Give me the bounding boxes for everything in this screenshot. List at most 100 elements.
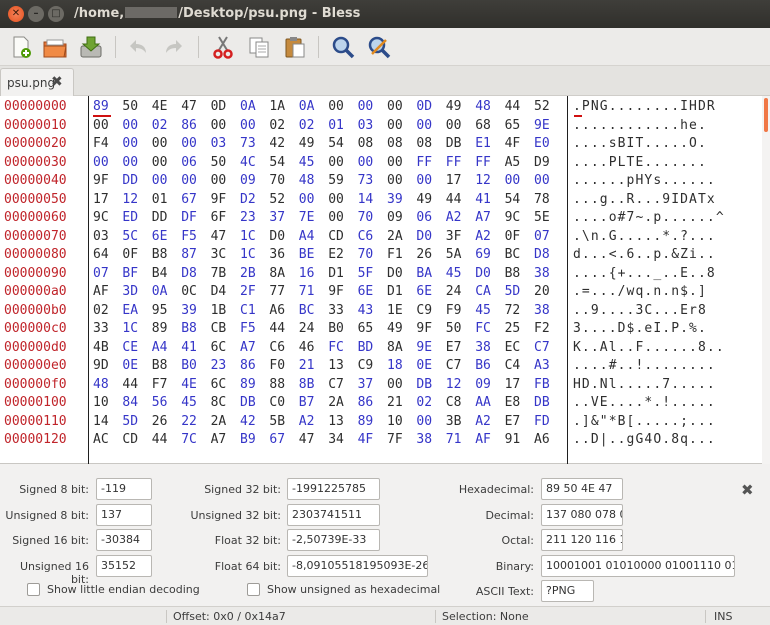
hex-byte[interactable]: DD (152, 210, 174, 225)
save-icon[interactable] (78, 34, 104, 60)
hex-byte[interactable]: 0D (211, 99, 233, 114)
float32-field[interactable]: -2,50739E-33 (287, 529, 380, 551)
hex-byte[interactable]: FF (416, 155, 438, 170)
hex-byte[interactable]: 23 (240, 210, 262, 225)
hex-byte[interactable]: B8 (152, 358, 174, 373)
hex-byte[interactable]: 5B (269, 414, 291, 429)
hex-byte[interactable]: 2A (211, 414, 233, 429)
hex-byte[interactable]: 22 (181, 414, 203, 429)
hex-byte[interactable]: B4 (152, 266, 174, 281)
hex-byte[interactable]: 1B (211, 303, 233, 318)
hex-byte[interactable]: 41 (475, 192, 497, 207)
hex-byte[interactable]: F5 (181, 229, 203, 244)
hex-byte[interactable]: 08 (416, 136, 438, 151)
hex-byte[interactable]: 4F (505, 136, 527, 151)
hex-byte[interactable]: D0 (416, 229, 438, 244)
hex-byte[interactable]: 07 (534, 229, 556, 244)
hex-byte[interactable]: 17 (93, 192, 115, 207)
hex-byte[interactable]: E0 (534, 136, 556, 151)
hex-byte[interactable]: ED (122, 210, 144, 225)
hex-byte[interactable]: D2 (240, 192, 262, 207)
hex-byte[interactable]: 00 (328, 155, 350, 170)
hex-byte[interactable]: 71 (299, 284, 321, 299)
hex-byte[interactable]: 89 (152, 321, 174, 336)
hex-byte[interactable]: D1 (328, 266, 350, 281)
ascii-line[interactable]: ....#..!........ (573, 358, 716, 373)
hex-byte[interactable]: 9F (93, 173, 115, 188)
hex-byte[interactable]: F7 (152, 377, 174, 392)
hex-byte[interactable]: 1A (269, 99, 291, 114)
hex-byte[interactable]: 00 (152, 136, 174, 151)
hex-field[interactable]: 89 50 4E 47 (541, 478, 623, 500)
ascii-text-field[interactable]: ?PNG (541, 580, 594, 602)
unsigned16-field[interactable]: 35152 (96, 555, 152, 577)
hex-byte[interactable]: 00 (358, 155, 380, 170)
hex-byte[interactable]: 06 (181, 155, 203, 170)
hex-byte[interactable]: D8 (181, 266, 203, 281)
hex-byte[interactable]: 0F (505, 229, 527, 244)
hex-byte[interactable]: 23 (211, 358, 233, 373)
hex-byte[interactable]: 65 (358, 321, 380, 336)
hex-byte[interactable]: 0D (416, 99, 438, 114)
hex-byte[interactable]: 5E (534, 210, 556, 225)
hex-byte[interactable]: C0 (269, 395, 291, 410)
ascii-line[interactable]: ......pHYs...... (573, 173, 716, 188)
hex-byte[interactable]: 00 (181, 173, 203, 188)
hex-byte[interactable]: 00 (152, 173, 174, 188)
hex-byte[interactable]: 34 (328, 432, 350, 447)
hex-byte[interactable]: 3C (211, 247, 233, 262)
hex-byte[interactable]: B8 (505, 266, 527, 281)
hex-byte[interactable]: 54 (269, 155, 291, 170)
hex-byte[interactable]: 00 (93, 155, 115, 170)
hex-byte[interactable]: 00 (122, 118, 144, 133)
hex-byte[interactable]: B0 (328, 321, 350, 336)
hex-byte[interactable]: 54 (328, 136, 350, 151)
hex-byte[interactable]: BA (416, 266, 438, 281)
hex-byte[interactable]: 00 (387, 173, 409, 188)
hex-byte[interactable]: 24 (299, 321, 321, 336)
hex-byte[interactable]: 89 (240, 377, 262, 392)
hex-byte[interactable]: 42 (240, 414, 262, 429)
hex-byte[interactable]: 2A (328, 395, 350, 410)
hex-byte[interactable]: 10 (93, 395, 115, 410)
hex-byte[interactable]: 00 (211, 118, 233, 133)
ascii-line[interactable]: HD.Nl.....7..... (573, 377, 716, 392)
hex-byte[interactable]: 02 (269, 118, 291, 133)
hex-byte[interactable]: F5 (240, 321, 262, 336)
hex-byte[interactable]: D4 (211, 284, 233, 299)
hex-byte[interactable]: 70 (358, 247, 380, 262)
signed8-field[interactable]: -119 (96, 478, 152, 500)
hex-byte[interactable]: 10 (387, 414, 409, 429)
hex-byte[interactable]: 0E (122, 358, 144, 373)
hex-byte[interactable]: BC (299, 303, 321, 318)
hex-byte[interactable]: C8 (446, 395, 468, 410)
ascii-line[interactable]: .PNG........IHDR (573, 99, 716, 114)
hex-byte[interactable]: A2 (475, 414, 497, 429)
hex-byte[interactable]: D9 (534, 155, 556, 170)
hex-byte[interactable]: 1C (240, 247, 262, 262)
hex-view[interactable]: 00000000 89 50 4E 47 0D 0A 1A 0A 00 00 00 0D 49 48 44 52… (0, 96, 770, 464)
ascii-line[interactable]: ...g..R...9IDATx (573, 192, 716, 207)
hex-byte[interactable]: 6E (358, 284, 380, 299)
hex-byte[interactable]: BE (299, 247, 321, 262)
hex-byte[interactable]: 77 (269, 284, 291, 299)
hex-byte[interactable]: 00 (122, 136, 144, 151)
hex-byte[interactable]: 44 (269, 321, 291, 336)
paste-icon[interactable] (282, 34, 308, 60)
hex-byte[interactable]: 37 (269, 210, 291, 225)
hex-byte[interactable]: 4C (240, 155, 262, 170)
hex-byte[interactable]: 09 (475, 377, 497, 392)
hex-byte[interactable]: 08 (387, 136, 409, 151)
hex-byte[interactable]: 4E (181, 377, 203, 392)
hex-byte[interactable]: 00 (299, 192, 321, 207)
hex-byte[interactable]: B0 (181, 358, 203, 373)
hex-byte[interactable]: 00 (358, 99, 380, 114)
open-folder-icon[interactable] (42, 34, 68, 60)
hex-byte[interactable]: 00 (122, 155, 144, 170)
hex-byte[interactable]: 26 (416, 247, 438, 262)
hex-byte[interactable]: 49 (446, 99, 468, 114)
hex-byte[interactable]: BC (505, 247, 527, 262)
hex-byte[interactable]: E8 (505, 395, 527, 410)
hex-byte[interactable]: 95 (152, 303, 174, 318)
hex-byte[interactable]: 02 (299, 118, 321, 133)
